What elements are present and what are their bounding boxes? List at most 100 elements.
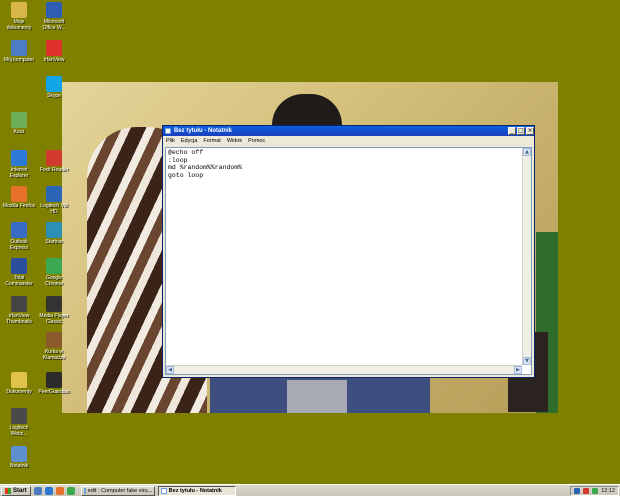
scroll-down-arrow-icon[interactable]: ▼ [523,357,531,365]
wallpaper-figure-shirt [287,380,347,413]
app-icon [11,296,27,312]
app-icon [46,2,62,18]
task-notepad-label: Bez tytułu - Notatnik [168,487,222,494]
app-icon [46,40,62,56]
desktop-icon[interactable]: Google Chrome [37,258,71,287]
desktop-icon-label: Total Commander [5,275,33,287]
app-icon [46,296,62,312]
desktop-icon[interactable]: Dokumenty [2,372,36,395]
task-browser-label: edit : Computer fake viru... [87,487,153,494]
app-icon [46,332,62,348]
menu-file[interactable]: Plik [166,138,175,144]
app-icon [46,150,62,166]
title-bar[interactable]: Bez tytułu - Notatnik _ □ × [163,126,534,136]
desktop-icon[interactable]: Logitech Webc... [2,408,36,437]
app-icon [46,372,62,388]
app-icon [46,76,62,92]
desktop-icon[interactable]: Startnie [37,222,71,245]
app-icon [46,186,62,202]
menu-bar: Plik Edycja Format Widok Pomoc [163,136,534,146]
editor-content[interactable]: @echo off :loop md %random%%random% goto… [168,149,519,364]
app-icon [11,2,27,18]
scroll-up-arrow-icon[interactable]: ▲ [523,148,531,156]
desktop-icon-label: Microsoft Office W... [42,19,66,31]
desktop-icon[interactable]: Moje dokumenty [2,2,36,31]
desktop-icon-label: Startnie [45,239,63,245]
desktop-icon-label: Internet Explorer [9,167,29,179]
desktop-icon-label: Skype [47,93,61,99]
app-icon [11,222,27,238]
desktop-icon[interactable]: Mozilla Firefox [2,186,36,209]
desktop-icon-label: Foxit Reader [39,167,69,173]
start-label: Start [13,487,27,494]
scroll-right-arrow-icon[interactable]: ▶ [514,366,522,374]
desktop-icon-label: Logitech Vid HD [40,203,68,215]
app-icon [11,258,27,274]
desktop-icon-label: PeerGuardian [38,389,70,395]
desktop-icon-label: Kurka w Klamadze [42,349,66,361]
app-icon [11,186,27,202]
desktop-icon-label: Moje dokumenty [6,19,32,31]
desktop-icon[interactable]: Skype [37,76,71,99]
desktop-icon[interactable]: Kosz [2,112,36,135]
app-icon [11,150,27,166]
maximize-button[interactable]: □ [517,127,525,135]
desktop-icon-label: Mój komputer [3,57,35,63]
app-icon [11,408,27,424]
desktop-icon[interactable]: Notatnik [2,446,36,469]
menu-help[interactable]: Pomoc [248,138,265,144]
clock[interactable]: 12:12 [601,488,615,494]
task-notepad[interactable]: Bez tytułu - Notatnik [157,485,236,496]
notepad-window[interactable]: Bez tytułu - Notatnik _ □ × Plik Edycja … [162,125,535,378]
menu-view[interactable]: Widok [227,138,242,144]
desktop-icon[interactable]: IrfanView Thumbnails [2,296,36,325]
text-editor[interactable]: @echo off :loop md %random%%random% goto… [165,147,532,375]
desktop-icon[interactable]: Internet Explorer [2,150,36,179]
taskbar: Start edit : Computer fake viru... Bez t… [0,484,620,496]
desktop-icon-label: Media Player Classic [39,313,69,325]
menu-edit[interactable]: Edycja [181,138,198,144]
desktop-icon-label: IrfanView Thumbnails [6,313,32,325]
notepad-icon [160,487,167,494]
desktop-icon-label: IrfanView [43,57,65,63]
menu-format[interactable]: Format [203,138,220,144]
desktop-icon[interactable]: Logitech Vid HD [37,186,71,215]
desktop-icon-label: Notatnik [9,463,29,469]
desktop-icon[interactable]: Kurka w Klamadze [37,332,71,361]
window-title: Bez tytułu - Notatnik [174,128,232,134]
task-browser[interactable]: edit : Computer fake viru... [80,485,155,496]
firefox-icon[interactable] [55,486,64,495]
start-button[interactable]: Start [1,485,31,496]
browser-icon [83,487,86,494]
desktop-icon-label: Kosz [13,129,25,135]
app-icon [46,222,62,238]
chrome-icon[interactable] [66,486,75,495]
desktop-icon[interactable]: PeerGuardian [37,372,71,395]
desktop-icon[interactable]: Total Commander [2,258,36,287]
app-icon [11,372,27,388]
notepad-icon [165,128,171,134]
app-icon [11,446,27,462]
desktop-icon[interactable]: Microsoft Office W... [37,2,71,31]
security-icon[interactable] [583,487,590,494]
minimize-button[interactable]: _ [508,127,516,135]
desktop-icon[interactable]: Media Player Classic [37,296,71,325]
network-icon[interactable] [574,487,581,494]
app-icon [11,112,27,128]
close-button[interactable]: × [526,127,534,135]
desktop-icon-label: Dokumenty [6,389,32,395]
volume-icon[interactable] [592,487,599,494]
desktop-icon[interactable]: Outlook Express [2,222,36,251]
desktop-icon[interactable]: Mój komputer [2,40,36,63]
internet-explorer-icon[interactable] [44,486,53,495]
desktop-icon[interactable]: Foxit Reader [37,150,71,173]
horizontal-scrollbar[interactable]: ◀ ▶ [166,365,522,374]
show-desktop-icon[interactable] [33,486,42,495]
desktop-icon-label: Google Chrome [45,275,63,287]
vertical-scrollbar[interactable]: ▲ ▼ [522,148,531,365]
scroll-left-arrow-icon[interactable]: ◀ [166,366,174,374]
desktop-icon[interactable]: IrfanView [37,40,71,63]
desktop-icon-label: Outlook Express [9,239,29,251]
app-icon [11,40,27,56]
system-tray: 12:12 [570,485,619,496]
